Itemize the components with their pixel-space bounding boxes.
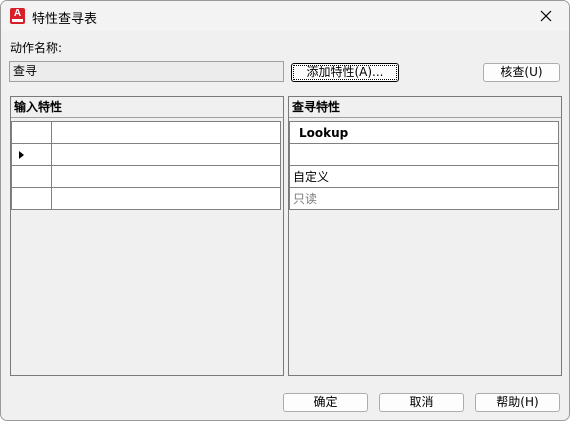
close-button[interactable] bbox=[523, 1, 569, 31]
read-only-option[interactable]: 只读 bbox=[289, 187, 559, 210]
dialog-title: 特性查寻表 bbox=[32, 12, 98, 27]
lookup-column-header[interactable]: Lookup bbox=[289, 121, 559, 144]
add-properties-button[interactable]: 添加特性(A)... bbox=[291, 63, 399, 82]
table-cell[interactable] bbox=[51, 143, 281, 166]
verify-button[interactable]: 核查(U) bbox=[483, 63, 560, 82]
table-row[interactable]: 只读 bbox=[289, 187, 559, 210]
table-cell[interactable] bbox=[51, 165, 281, 188]
lookup-table-dialog: A 特性查寻表 动作名称: 查寻 添加特性(A)... 核查(U) 输入特性 查… bbox=[0, 0, 570, 421]
custom-option[interactable]: 自定义 bbox=[289, 165, 559, 188]
table-row[interactable] bbox=[11, 143, 281, 166]
table-row[interactable] bbox=[11, 121, 281, 144]
table-row[interactable] bbox=[11, 187, 281, 210]
action-name-field[interactable]: 查寻 bbox=[9, 61, 284, 82]
input-properties-grid bbox=[11, 121, 281, 210]
current-row-indicator-icon bbox=[19, 150, 24, 159]
table-row[interactable]: Lookup bbox=[289, 121, 559, 144]
cancel-button[interactable]: 取消 bbox=[379, 393, 464, 412]
help-button[interactable]: 帮助(H) bbox=[475, 393, 560, 412]
row-header[interactable] bbox=[11, 165, 52, 188]
action-name-label: 动作名称: bbox=[10, 41, 63, 55]
table-row[interactable] bbox=[289, 143, 559, 166]
row-header[interactable] bbox=[11, 143, 52, 166]
table-cell[interactable] bbox=[289, 143, 559, 166]
lookup-properties-grid: Lookup 自定义 只读 bbox=[289, 121, 559, 210]
row-header[interactable] bbox=[11, 187, 52, 210]
input-properties-header: 输入特性 bbox=[11, 97, 283, 118]
table-cell[interactable] bbox=[51, 187, 281, 210]
ok-button[interactable]: 确定 bbox=[283, 393, 368, 412]
row-header[interactable] bbox=[11, 121, 52, 144]
table-row[interactable]: 自定义 bbox=[289, 165, 559, 188]
table-cell[interactable] bbox=[51, 121, 281, 144]
autocad-icon: A bbox=[10, 8, 25, 24]
title-bar: A 特性查寻表 bbox=[1, 1, 569, 31]
close-icon bbox=[540, 10, 552, 22]
lookup-properties-header: 查寻特性 bbox=[289, 97, 561, 118]
table-row[interactable] bbox=[11, 165, 281, 188]
lookup-properties-panel: 查寻特性 Lookup 自定义 只读 bbox=[288, 96, 562, 376]
input-properties-panel: 输入特性 bbox=[10, 96, 284, 376]
